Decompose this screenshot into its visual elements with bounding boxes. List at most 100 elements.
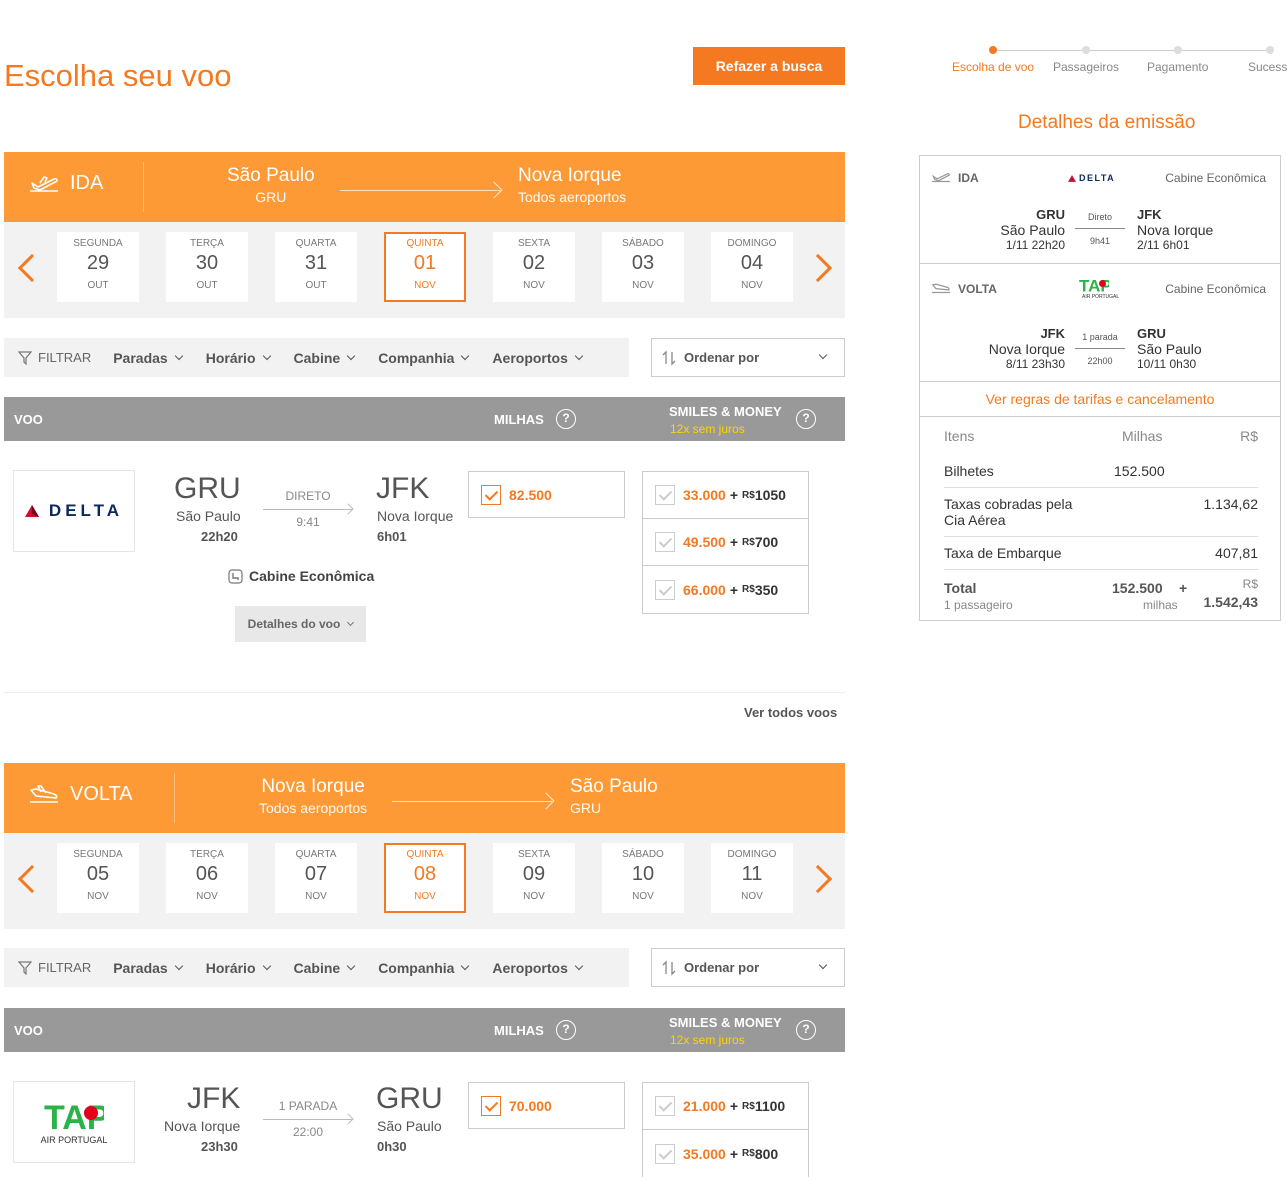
prev-week-button[interactable] [16, 863, 47, 899]
date-card[interactable]: DOMINGO 11 NOV [711, 843, 793, 913]
smiles-money-options: 33.000 + R$ 1050 49.500 + R$ 700 66.000 + R$ 350 [642, 471, 809, 614]
date-weekday: TERÇA [190, 849, 224, 860]
funnel-icon [18, 350, 32, 365]
chevron-down-icon [262, 961, 271, 971]
origin-city: Nova Iorque [164, 1118, 241, 1134]
checkbox-icon[interactable] [655, 1096, 675, 1116]
date-card[interactable]: QUINTA 01 NOV [384, 232, 466, 302]
date-card[interactable]: QUARTA 31 OUT [275, 232, 357, 302]
smiles-money-option[interactable]: 21.000 + R$ 1100 [643, 1083, 808, 1130]
chevron-down-icon [346, 351, 356, 361]
sort-select[interactable]: Ordenar por [651, 948, 845, 987]
checkbox-icon[interactable] [655, 532, 675, 552]
prev-week-button[interactable] [16, 252, 47, 288]
see-all-flights-link[interactable]: Ver todos voos [744, 705, 837, 720]
date-card[interactable]: SEGUNDA 29 OUT [57, 232, 139, 302]
cost-total: Total 1 passageiro 152.500 milhas + R$ 1… [944, 577, 1258, 612]
panel-dest-city: São Paulo [1137, 341, 1202, 357]
smiles-money-help-icon[interactable]: ? [796, 409, 816, 429]
filter-airports[interactable]: Aeroportos [492, 350, 584, 366]
smiles-money-help-icon[interactable]: ? [796, 1020, 816, 1040]
chevron-down-icon [262, 351, 271, 361]
panel-route-line [1075, 348, 1125, 349]
date-card[interactable]: TERÇA 06 NOV [166, 843, 248, 913]
chevron-down-icon [174, 961, 183, 971]
filter-stops[interactable]: Paradas [113, 960, 183, 976]
checkbox-checked-icon[interactable] [481, 1095, 501, 1116]
col-miles: MILHAS [494, 412, 544, 427]
destination-city: São Paulo GRU [570, 776, 658, 816]
date-day: 08 [413, 863, 437, 885]
date-card[interactable]: SÁBADO 03 NOV [602, 232, 684, 302]
checkbox-icon[interactable] [655, 1143, 675, 1164]
step-passengers: Passageiros [1053, 60, 1120, 74]
date-card[interactable]: DOMINGO 04 NOV [711, 232, 793, 302]
date-card[interactable]: SEXTA 09 NOV [493, 843, 575, 913]
filter-cabin[interactable]: Cabine [294, 350, 356, 366]
date-month: OUT [196, 280, 218, 291]
route-arrow-line [392, 801, 552, 802]
smiles-money-option[interactable]: 33.000 + R$ 1050 [643, 472, 808, 519]
next-week-button[interactable] [803, 252, 834, 288]
checkbox-icon[interactable] [655, 485, 675, 505]
date-weekday: SÁBADO [622, 238, 664, 249]
date-month: NOV [414, 280, 436, 291]
tap-logo: TAP AIR PORTUGAL [13, 1081, 135, 1163]
miles-help-icon[interactable]: ? [556, 1020, 576, 1040]
date-day: 06 [195, 863, 219, 885]
date-card[interactable]: QUARTA 07 NOV [275, 843, 357, 913]
filter-cabin[interactable]: Cabine [294, 960, 356, 976]
miles-option[interactable]: 70.000 [468, 1082, 625, 1129]
date-card[interactable]: SEGUNDA 05 NOV [57, 843, 139, 913]
date-day: 04 [740, 252, 764, 274]
miles-help-icon[interactable]: ? [556, 409, 576, 429]
route-line [263, 509, 353, 510]
chevron-down-icon [461, 961, 470, 971]
filter-airline[interactable]: Companhia [378, 960, 470, 976]
filter-label[interactable]: FILTRAR [18, 960, 91, 975]
miles-option[interactable]: 82.500 [468, 471, 625, 518]
checkbox-icon[interactable] [655, 579, 675, 600]
smiles-money-option[interactable]: 35.000 + R$ 800 [643, 1130, 808, 1177]
panel-direction-label: VOLTA [958, 282, 997, 296]
panel-return: VOLTA TAP AIR PORTUGAL Cabine Econômica … [920, 264, 1280, 382]
date-card[interactable]: QUINTA 08 NOV [384, 843, 466, 913]
stops-label: 1 PARADA [278, 1099, 338, 1113]
sort-select[interactable]: Ordenar por [651, 338, 845, 377]
smiles-money-option[interactable]: 66.000 + R$ 350 [643, 566, 808, 613]
smiles-money-option[interactable]: 49.500 + R$ 700 [643, 519, 808, 566]
date-card[interactable]: TERÇA 30 OUT [166, 232, 248, 302]
outbound-filter-bar: FILTRAR Paradas Horário Cabine Companhia… [4, 338, 629, 377]
filter-time[interactable]: Horário [206, 350, 271, 366]
date-month: NOV [741, 891, 763, 902]
date-card[interactable]: SEXTA 02 NOV [493, 232, 575, 302]
return-header: VOLTA Nova Iorque Todos aeroportos São Pa… [4, 763, 845, 833]
fare-rules-link[interactable]: Ver regras de tarifas e cancelamento [986, 391, 1215, 407]
stepper-dot-4 [1266, 46, 1274, 54]
redo-search-button[interactable]: Refazer a busca [693, 47, 845, 85]
date-month: NOV [523, 891, 545, 902]
step-success: Sucess [1248, 60, 1287, 74]
next-week-button[interactable] [803, 863, 834, 899]
tap-logo-mark: TAP [44, 1099, 104, 1133]
date-card[interactable]: SÁBADO 10 NOV [602, 843, 684, 913]
date-weekday: QUARTA [295, 849, 337, 860]
cost-header: Itens Milhas R$ [944, 428, 1258, 444]
arrival-time: 6h01 [377, 529, 407, 544]
filter-airline[interactable]: Companhia [378, 350, 470, 366]
filter-label[interactable]: FILTRAR [18, 350, 91, 365]
filter-time[interactable]: Horário [206, 960, 271, 976]
flight-details-button[interactable]: Detalhes do voo [235, 606, 366, 642]
date-month: NOV [741, 280, 763, 291]
checkbox-checked-icon[interactable] [481, 484, 501, 505]
date-month: OUT [305, 280, 327, 291]
smiles-money-options: 21.000 + R$ 1100 35.000 + R$ 800 [642, 1082, 809, 1177]
date-weekday: DOMINGO [727, 849, 777, 860]
filter-stops[interactable]: Paradas [113, 350, 183, 366]
filter-airports[interactable]: Aeroportos [492, 960, 584, 976]
panel-dest-city: Nova Iorque [1137, 222, 1214, 238]
origin-city: Nova Iorque Todos aeroportos [259, 776, 368, 816]
departure-time: 22h20 [201, 529, 238, 544]
panel-arrival: 2/11 6h01 [1137, 238, 1190, 252]
date-weekday: SEXTA [517, 849, 551, 860]
